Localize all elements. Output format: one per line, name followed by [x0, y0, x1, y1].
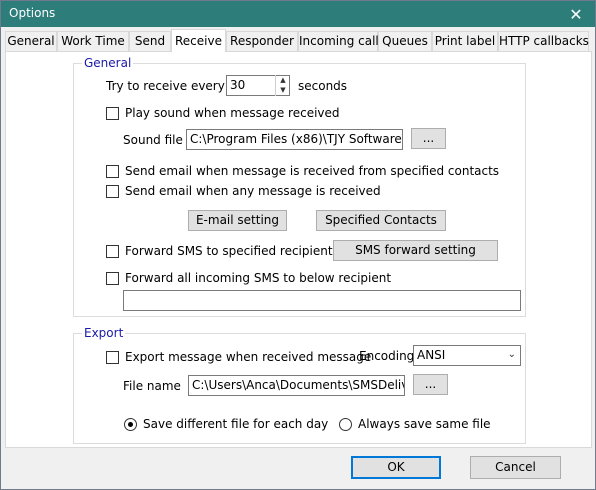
- tab-incoming-call[interactable]: Incoming call: [298, 31, 379, 51]
- receive-panel: General Try to receive every 30 ▲ ▼ seco…: [5, 51, 592, 448]
- forward-sms-checkbox[interactable]: [106, 245, 119, 258]
- file-name-browse-button[interactable]: ...: [413, 374, 448, 395]
- tab-work-time[interactable]: Work Time: [57, 31, 129, 51]
- try-receive-label: Try to receive every: [106, 79, 225, 93]
- seconds-label: seconds: [298, 79, 348, 93]
- general-group: General Try to receive every 30 ▲ ▼ seco…: [73, 56, 526, 317]
- encoding-value: ANSI: [417, 348, 446, 362]
- send-email-specified-checkbox[interactable]: [106, 165, 119, 178]
- ok-button[interactable]: OK: [351, 456, 441, 479]
- tab-send[interactable]: Send: [129, 31, 171, 51]
- sound-file-label: Sound file: [123, 133, 183, 147]
- play-sound-label: Play sound when message received: [125, 106, 340, 120]
- title-bar[interactable]: Options ✕: [1, 1, 595, 27]
- tab-queues[interactable]: Queues: [378, 31, 432, 51]
- tab-http-callbacks[interactable]: HTTP callbacks: [498, 31, 589, 51]
- tab-receive[interactable]: Receive: [171, 29, 226, 52]
- general-legend: General: [82, 56, 134, 70]
- save-different-file-radio[interactable]: [124, 418, 137, 431]
- save-same-file-radio[interactable]: [339, 418, 352, 431]
- forward-all-label: Forward all incoming SMS to below recipi…: [125, 271, 392, 285]
- sound-file-browse-button[interactable]: ...: [411, 128, 446, 149]
- tab-print-label[interactable]: Print label: [432, 31, 498, 51]
- forward-all-recipient-input[interactable]: [123, 290, 521, 311]
- encoding-label: Encoding: [359, 349, 415, 363]
- specified-contacts-button[interactable]: Specified Contacts: [316, 210, 446, 231]
- send-email-any-label: Send email when any message is received: [125, 184, 381, 198]
- send-email-specified-label: Send email when message is received from…: [125, 164, 500, 178]
- save-same-file-label: Always save same file: [358, 417, 491, 431]
- file-name-input[interactable]: C:\Users\Anca\Documents\SMSDeliver: [188, 375, 405, 396]
- tab-general[interactable]: General: [5, 31, 57, 51]
- tab-strip: General Work Time Send Receive Responder…: [5, 29, 593, 52]
- export-label: Export message when received message: [125, 350, 372, 364]
- export-group: Export Export message when received mess…: [73, 326, 526, 444]
- forward-sms-label: Forward SMS to specified recipient: [125, 244, 333, 258]
- tab-responder[interactable]: Responder: [226, 31, 298, 51]
- spin-up-icon[interactable]: ▲: [276, 75, 290, 85]
- sound-file-value: C:\Program Files (x86)\TJY Software\S: [190, 132, 403, 146]
- play-sound-checkbox[interactable]: [106, 107, 119, 120]
- email-setting-button[interactable]: E-mail setting: [188, 210, 287, 231]
- export-checkbox[interactable]: [106, 351, 119, 364]
- receive-interval-value: 30: [230, 78, 246, 92]
- file-name-value: C:\Users\Anca\Documents\SMSDeliver: [192, 378, 405, 392]
- sms-forward-setting-button[interactable]: SMS forward setting: [333, 240, 498, 261]
- options-window: Options ✕ General Work Time Send Receive…: [0, 0, 596, 490]
- forward-all-checkbox[interactable]: [106, 272, 119, 285]
- export-legend: Export: [82, 326, 126, 340]
- save-different-file-label: Save different file for each day: [143, 417, 329, 431]
- send-email-any-checkbox[interactable]: [106, 185, 119, 198]
- sound-file-input[interactable]: C:\Program Files (x86)\TJY Software\S: [186, 129, 403, 150]
- cancel-button[interactable]: Cancel: [470, 456, 561, 479]
- window-title: Options: [9, 6, 56, 20]
- spin-down-icon[interactable]: ▼: [276, 85, 290, 95]
- encoding-select[interactable]: ANSI ⌄: [413, 345, 521, 366]
- close-icon[interactable]: ✕: [557, 1, 595, 27]
- file-name-label: File name: [123, 379, 181, 393]
- chevron-down-icon: ⌄: [507, 349, 516, 360]
- receive-interval-spinner[interactable]: ▲ ▼: [275, 75, 290, 96]
